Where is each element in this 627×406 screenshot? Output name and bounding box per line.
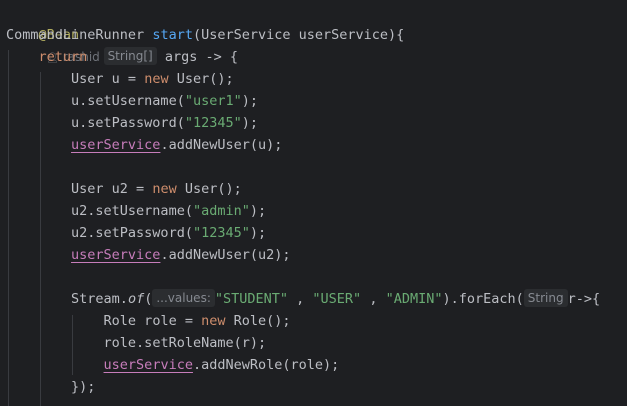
code-text: args -> { [164,49,239,65]
new-keyword: new [201,313,226,329]
method-name: start [152,27,193,43]
code-text: u2.setPassword( [71,225,193,241]
type-hint: String [523,289,568,307]
string-literal: "USER" [312,291,362,307]
string-literal: "STUDENT" [214,291,289,307]
code-line[interactable]: role.setRoleName(r); [6,332,267,354]
string-literal: "12345" [192,225,250,241]
type-hint: String[] [103,47,157,65]
field-reference: userService [71,247,161,263]
code-text: }); [71,379,96,395]
code-text: ( [144,291,153,307]
code-text: Role(); [225,313,291,329]
code-line[interactable]: return String[] args -> { [6,46,238,68]
return-keyword: return [38,49,88,65]
code-line[interactable]: CommandLineRunner start(UserService user… [6,24,404,46]
string-literal: "12345" [184,115,242,131]
code-line[interactable]: userService.addNewUser(u2); [6,244,290,266]
code-line[interactable]: u.setUsername("user1"); [6,90,258,112]
code-text: ); [249,225,267,241]
code-text: User(); [176,181,242,197]
code-text: u.setPassword( [71,115,185,131]
code-line[interactable]: u2.setPassword("12345"); [6,222,266,244]
code-text: ); [241,115,258,131]
code-line[interactable]: }); [6,376,95,398]
code-line[interactable]: userService.addNewUser(u); [6,134,282,156]
new-keyword: new [144,71,169,87]
code-text: u2.setUsername( [71,203,193,219]
code-text: ).forEach( [442,291,524,307]
field-reference: userService [103,357,193,373]
string-literal: "admin" [192,203,250,219]
code-line[interactable]: User u = new User(); [6,68,234,90]
code-line[interactable]: u.setPassword("12345"); [6,112,258,134]
code-text: ); [241,93,258,109]
code-line[interactable]: Role role = new Role(); [6,310,291,332]
code-line[interactable]: userService.addNewRole(role); [6,354,340,376]
code-text: .addNewUser(u); [160,137,283,153]
code-text: Stream. [71,291,128,307]
code-line[interactable]: @Bean 👤︎ rashid [6,2,100,64]
code-text: , [361,291,386,307]
string-literal: "user1" [184,93,242,109]
field-reference: userService [71,137,161,153]
code-text: User u2 = [71,181,153,197]
code-line[interactable]: Stream.of(...values: "STUDENT" , "USER" ,… [6,288,600,310]
param-hint: ...values: [152,289,215,307]
code-line[interactable]: User u2 = new User(); [6,178,242,200]
code-text: User u = [71,71,145,87]
code-text: .addNewRole(role); [192,357,340,373]
code-text: u.setUsername( [71,93,185,109]
new-keyword: new [152,181,177,197]
code-text: .addNewUser(u2); [160,247,291,263]
code-editor[interactable]: @Bean 👤︎ rashid CommandLineRunner start(… [0,0,627,406]
code-line[interactable]: u2.setUsername("admin"); [6,200,266,222]
code-text: , [288,291,313,307]
params: (UserService userService){ [192,27,405,43]
type-name: CommandLineRunner [6,27,145,43]
code-text: User(); [168,71,234,87]
string-literal: "ADMIN" [385,291,443,307]
code-text: Role role = [103,313,202,329]
code-text: role.setRoleName(r); [103,335,267,351]
code-text: ); [249,203,267,219]
static-method: of [127,291,145,307]
code-text: r->{ [567,291,601,307]
